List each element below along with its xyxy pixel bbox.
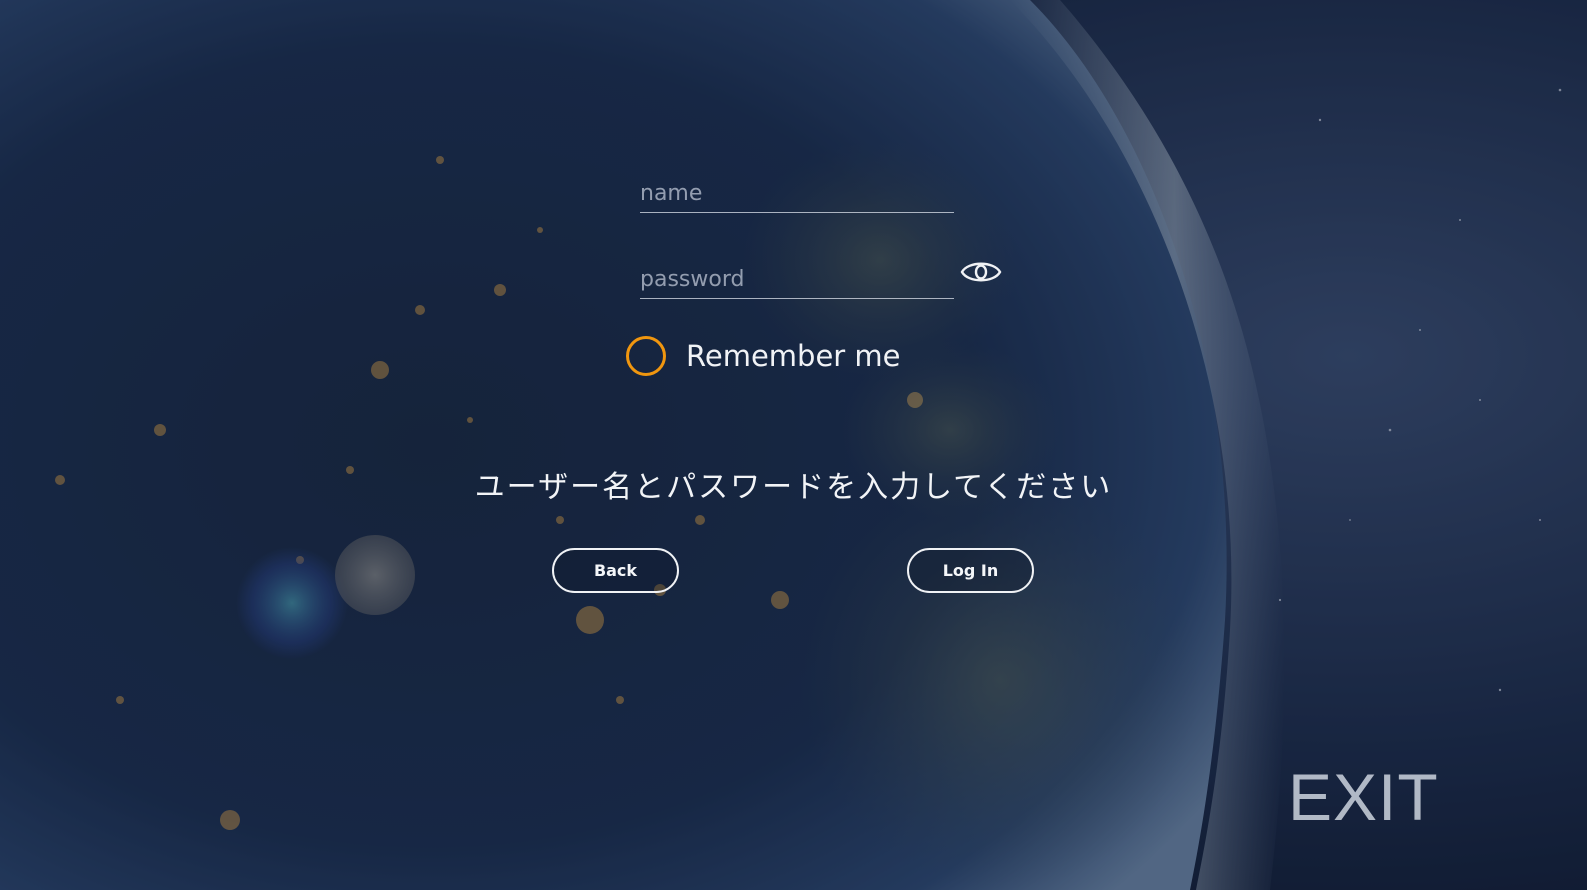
eye-icon [960, 262, 1002, 282]
show-password-toggle[interactable] [960, 256, 1002, 288]
remember-me-label: Remember me [686, 339, 901, 373]
back-button[interactable]: Back [552, 548, 679, 593]
password-field[interactable] [640, 258, 954, 299]
instruction-message: ユーザー名とパスワードを入力してください [474, 470, 1113, 505]
login-screen: Remember me ユーザー名とパスワードを入力してください Back Lo… [0, 0, 1587, 890]
name-field[interactable] [640, 172, 954, 213]
remember-me-radio[interactable] [626, 336, 666, 376]
earth-background-image [0, 0, 1587, 890]
login-button[interactable]: Log In [907, 548, 1034, 593]
remember-me-option[interactable]: Remember me [626, 332, 901, 380]
exit-button[interactable]: EXIT [1288, 764, 1439, 830]
password-input[interactable] [640, 267, 940, 292]
name-input[interactable] [640, 181, 940, 206]
